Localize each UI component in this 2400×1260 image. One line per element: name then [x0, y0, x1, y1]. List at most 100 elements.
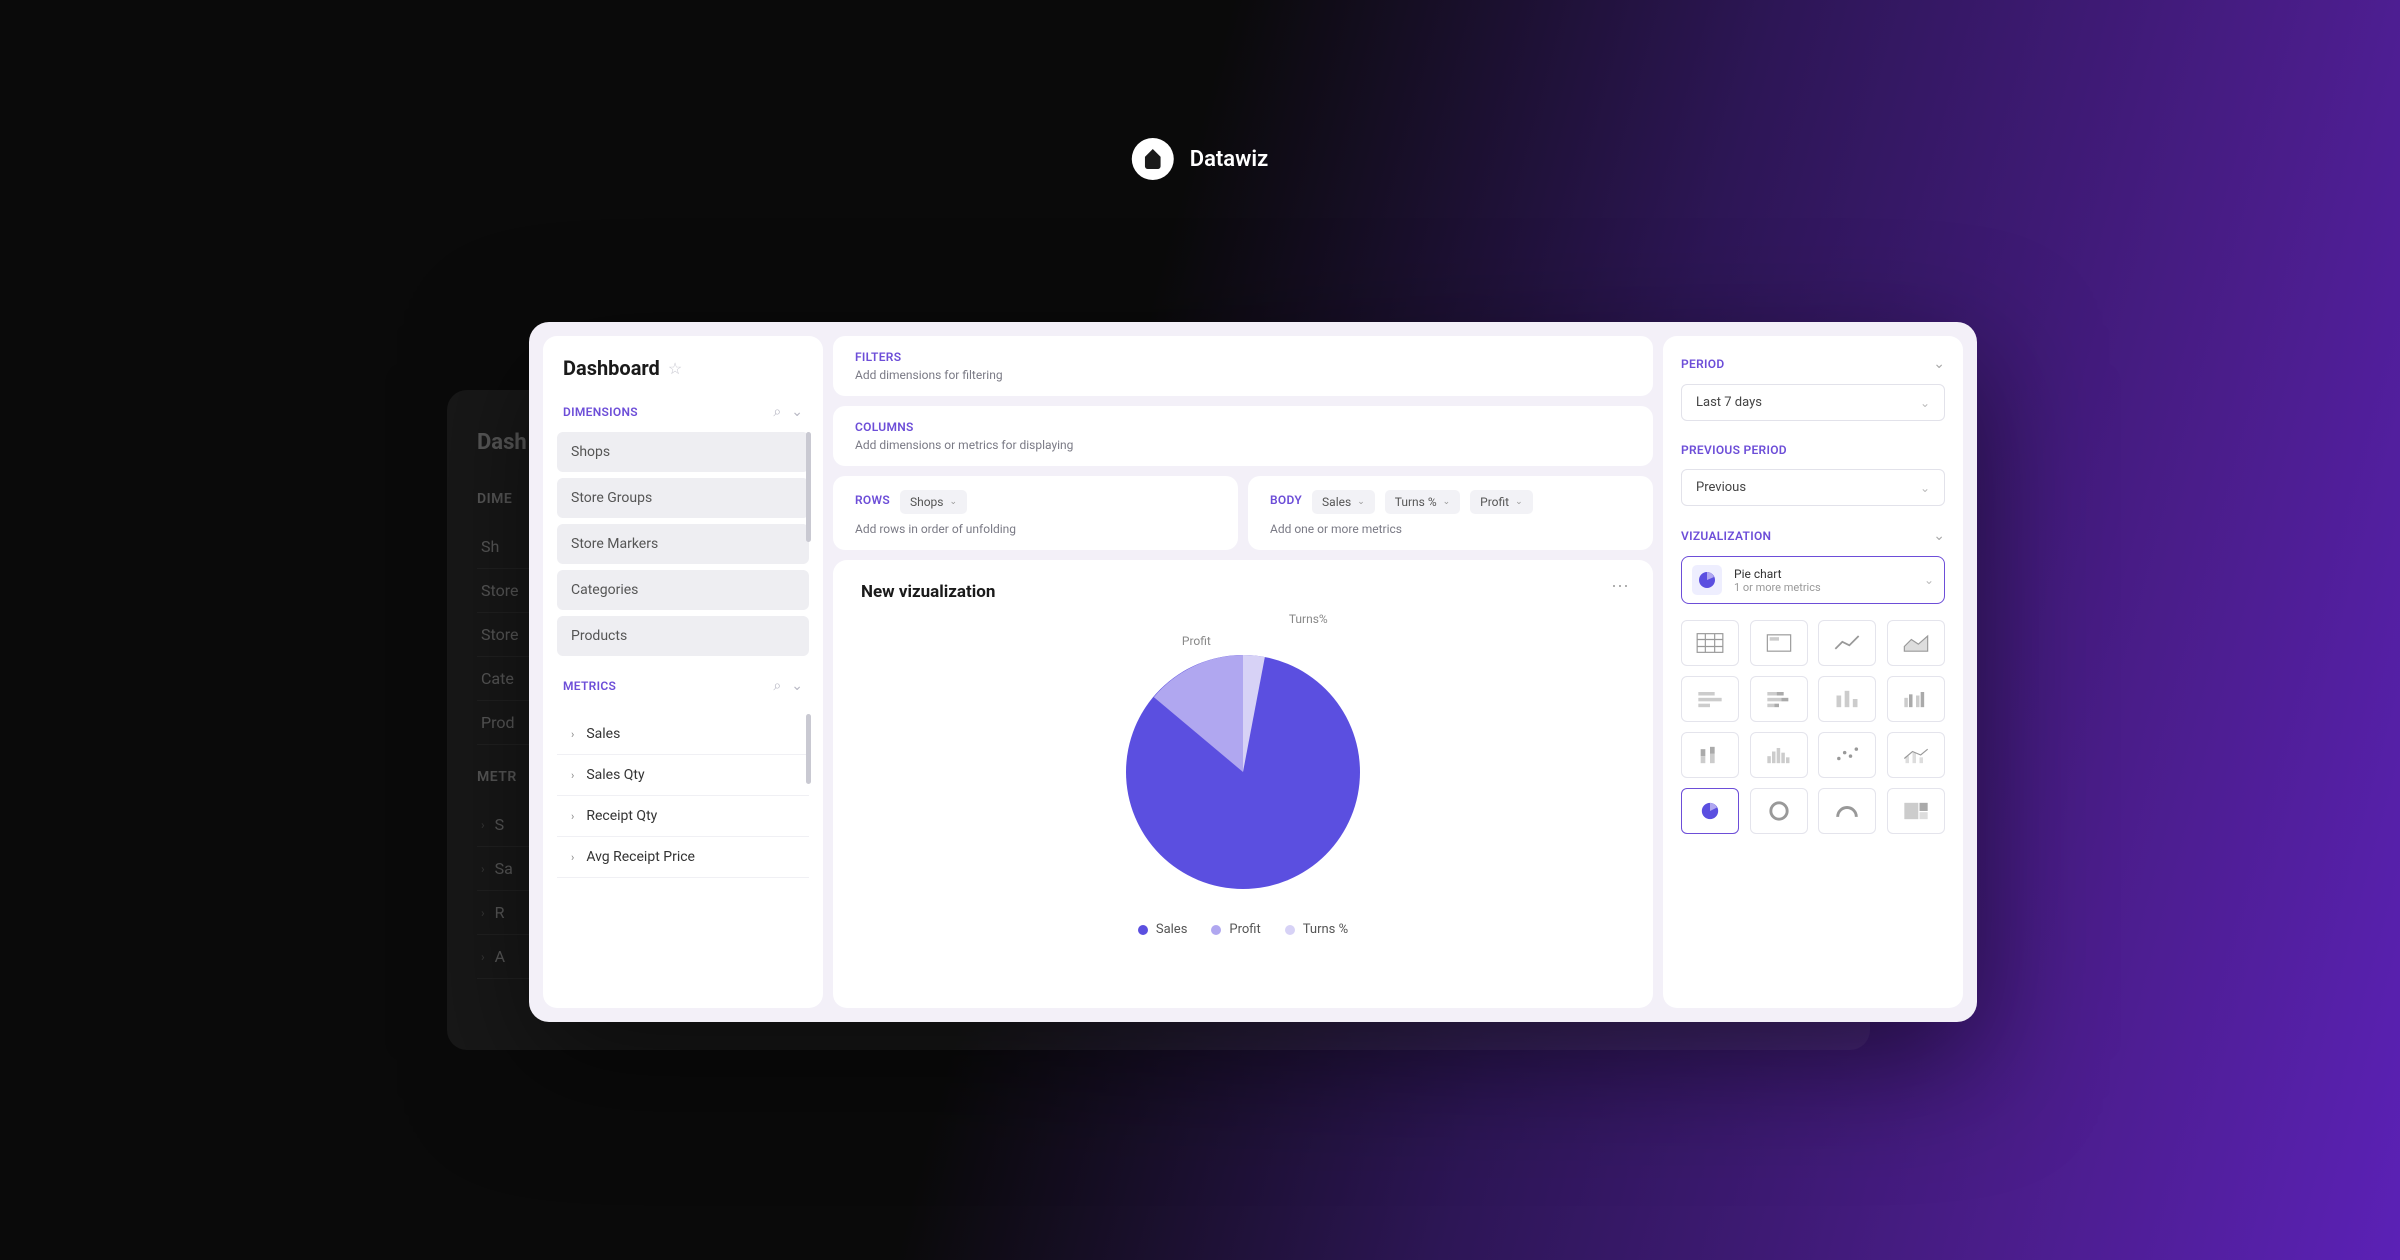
viz-option-scatter[interactable]	[1818, 732, 1876, 778]
body-chip-turns[interactable]: Turns %⌄	[1385, 490, 1460, 514]
sidebar-header: Dashboard ☆	[557, 356, 809, 380]
search-icon[interactable]: ⌕	[773, 678, 781, 694]
dimension-item-store-markers[interactable]: Store Markers	[557, 524, 809, 564]
body-chip-profit[interactable]: Profit⌄	[1470, 490, 1533, 514]
sidebar: Dashboard ☆ DIMENSIONS ⌕ ⌄ Shops Store G…	[543, 336, 823, 1008]
chevron-right-icon: ›	[571, 851, 574, 864]
columns-panel[interactable]: COLUMNS Add dimensions or metrics for di…	[833, 406, 1653, 466]
legend-item-profit: Profit	[1211, 922, 1260, 937]
rows-label: ROWS	[855, 493, 890, 507]
viz-option-pie[interactable]	[1681, 788, 1739, 834]
slice-label-profit: Profit	[1182, 634, 1211, 648]
brand-header: Datawiz	[1132, 138, 1268, 180]
viz-type-name: Pie chart	[1734, 567, 1821, 581]
dimensions-label: DIMENSIONS	[563, 405, 638, 419]
viz-option-treemap[interactable]	[1887, 788, 1945, 834]
chevron-right-icon: ›	[571, 769, 574, 782]
metrics-list: ›Sales ›Sales Qty ›Receipt Qty ›Avg Rece…	[557, 714, 809, 878]
chevron-down-icon[interactable]: ⌄	[1933, 528, 1945, 544]
viz-option-histogram[interactable]	[1750, 732, 1808, 778]
page-title: Dashboard	[563, 356, 660, 380]
viz-section-header: VIZUALIZATION ⌄	[1681, 528, 1945, 544]
viz-type-grid	[1681, 620, 1945, 834]
period-select[interactable]: Last 7 days ⌄	[1681, 384, 1945, 421]
search-icon[interactable]: ⌕	[773, 404, 781, 420]
chevron-down-icon: ⌄	[1515, 497, 1523, 507]
app-window: Dashboard ☆ DIMENSIONS ⌕ ⌄ Shops Store G…	[529, 322, 1977, 1022]
metric-item-avg-receipt-price[interactable]: ›Avg Receipt Price	[557, 837, 809, 878]
filters-label: FILTERS	[855, 350, 1631, 364]
rows-hint: Add rows in order of unfolding	[855, 522, 1216, 536]
right-panel: PERIOD ⌄ Last 7 days ⌄ PREVIOUS PERIOD P…	[1663, 336, 1963, 1008]
row-chip-shops[interactable]: Shops⌄	[900, 490, 967, 514]
viz-type-selected[interactable]: Pie chart 1 or more metrics ⌄	[1681, 556, 1945, 604]
star-icon[interactable]: ☆	[668, 359, 682, 378]
dimensions-list: Shops Store Groups Store Markers Categor…	[557, 432, 809, 656]
chevron-down-icon: ⌄	[1920, 481, 1930, 495]
metric-item-sales[interactable]: ›Sales	[557, 714, 809, 755]
metrics-label: METRICS	[563, 679, 616, 693]
visualization-panel: New vizualization ⋯ Turns% Profit Sales …	[833, 560, 1653, 1008]
viz-option-vbar[interactable]	[1818, 676, 1876, 722]
chevron-down-icon: ⌄	[1920, 396, 1930, 410]
viz-option-hbar[interactable]	[1681, 676, 1739, 722]
dimension-item-products[interactable]: Products	[557, 616, 809, 656]
viz-type-subtitle: 1 or more metrics	[1734, 581, 1821, 594]
pie-chart	[1113, 642, 1373, 902]
prev-period-header: PREVIOUS PERIOD	[1681, 443, 1945, 457]
filters-hint: Add dimensions for filtering	[855, 368, 1631, 382]
viz-option-line[interactable]	[1818, 620, 1876, 666]
period-label: PERIOD	[1681, 357, 1724, 371]
chevron-down-icon: ⌄	[949, 497, 957, 507]
viz-option-hbar-stacked[interactable]	[1750, 676, 1808, 722]
prev-period-select[interactable]: Previous ⌄	[1681, 469, 1945, 506]
chevron-down-icon: ⌄	[1357, 497, 1365, 507]
viz-option-combo[interactable]	[1887, 732, 1945, 778]
period-header: PERIOD ⌄	[1681, 356, 1945, 372]
slice-label-turns: Turns%	[1289, 612, 1328, 626]
legend: Sales Profit Turns %	[1138, 922, 1348, 937]
pie-chart-icon	[1692, 565, 1722, 595]
dimension-item-categories[interactable]: Categories	[557, 570, 809, 610]
chevron-down-icon: ⌄	[1443, 497, 1451, 507]
center-column: FILTERS Add dimensions for filtering COL…	[833, 336, 1653, 1008]
body-chip-sales[interactable]: Sales⌄	[1312, 490, 1375, 514]
dimensions-header: DIMENSIONS ⌕ ⌄	[557, 404, 809, 420]
viz-title: New vizualization	[861, 582, 1625, 602]
rows-body-row: ROWS Shops⌄ Add rows in order of unfoldi…	[833, 476, 1653, 550]
legend-item-turns: Turns %	[1285, 922, 1348, 937]
pie-chart-wrap: Turns% Profit Sales Profit Turns %	[861, 612, 1625, 937]
metric-item-receipt-qty[interactable]: ›Receipt Qty	[557, 796, 809, 837]
scrollbar[interactable]	[806, 714, 811, 784]
viz-option-area[interactable]	[1887, 620, 1945, 666]
chevron-down-icon[interactable]: ⌄	[791, 404, 803, 420]
body-panel[interactable]: BODY Sales⌄ Turns %⌄ Profit⌄ Add one or …	[1248, 476, 1653, 550]
viz-section-label: VIZUALIZATION	[1681, 529, 1771, 543]
viz-option-vbar-grouped[interactable]	[1887, 676, 1945, 722]
chevron-down-icon: ⌄	[1924, 573, 1934, 587]
columns-hint: Add dimensions or metrics for displaying	[855, 438, 1631, 452]
body-label: BODY	[1270, 493, 1302, 507]
chevron-down-icon[interactable]: ⌄	[1933, 356, 1945, 372]
scrollbar[interactable]	[806, 432, 811, 542]
legend-item-sales: Sales	[1138, 922, 1188, 937]
brand-logo-icon	[1132, 138, 1174, 180]
viz-option-card[interactable]	[1750, 620, 1808, 666]
columns-label: COLUMNS	[855, 420, 1631, 434]
dimension-item-shops[interactable]: Shops	[557, 432, 809, 472]
rows-panel[interactable]: ROWS Shops⌄ Add rows in order of unfoldi…	[833, 476, 1238, 550]
viz-option-vbar-stacked[interactable]	[1681, 732, 1739, 778]
viz-option-table[interactable]	[1681, 620, 1739, 666]
dimension-item-store-groups[interactable]: Store Groups	[557, 478, 809, 518]
chevron-down-icon[interactable]: ⌄	[791, 678, 803, 694]
chevron-right-icon: ›	[571, 728, 574, 741]
more-icon[interactable]: ⋯	[1611, 576, 1631, 597]
metrics-header: METRICS ⌕ ⌄	[557, 678, 809, 694]
metric-item-sales-qty[interactable]: ›Sales Qty	[557, 755, 809, 796]
body-hint: Add one or more metrics	[1270, 522, 1631, 536]
viz-option-donut[interactable]	[1750, 788, 1808, 834]
prev-period-label: PREVIOUS PERIOD	[1681, 443, 1787, 457]
brand-name: Datawiz	[1190, 147, 1268, 172]
viz-option-gauge[interactable]	[1818, 788, 1876, 834]
filters-panel[interactable]: FILTERS Add dimensions for filtering	[833, 336, 1653, 396]
